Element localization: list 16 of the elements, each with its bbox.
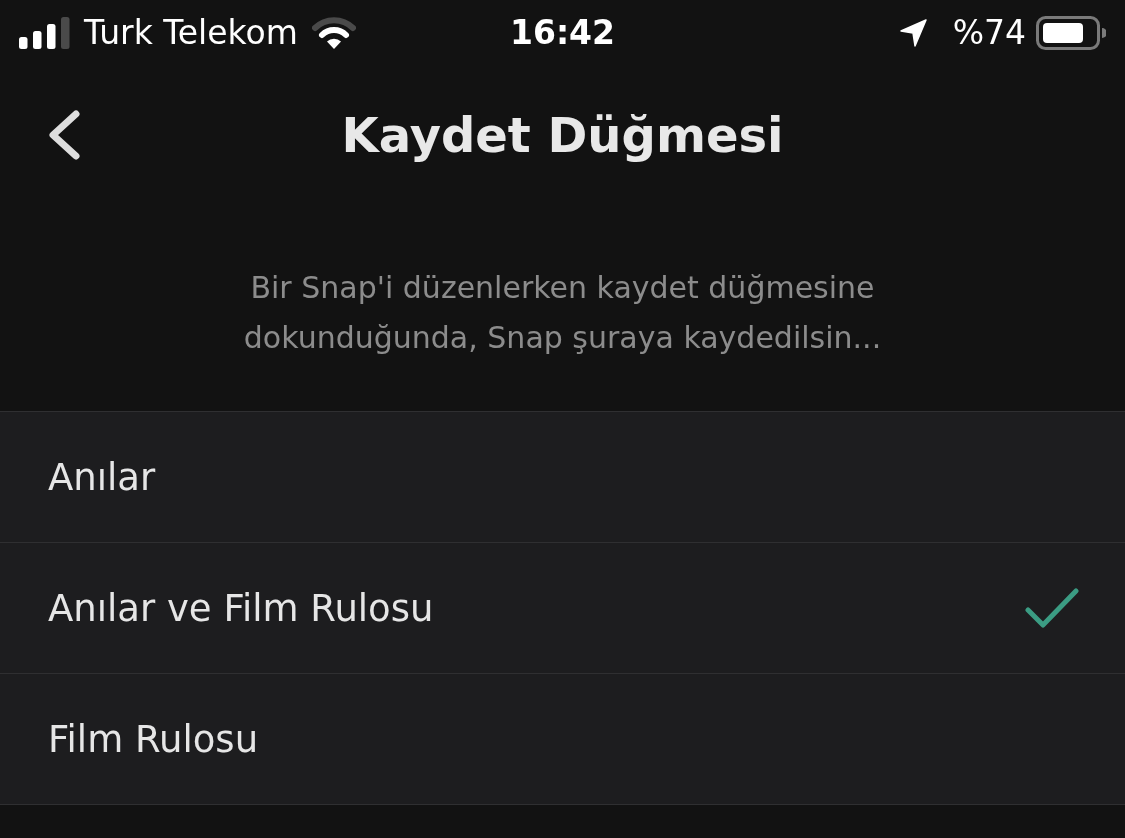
page-title: Kaydet Düğmesi — [341, 107, 784, 163]
option-row[interactable]: Anılar — [0, 412, 1125, 543]
option-row[interactable]: Anılar ve Film Rulosu — [0, 543, 1125, 674]
option-label: Anılar ve Film Rulosu — [48, 586, 434, 630]
option-label: Anılar — [48, 455, 156, 499]
description-text: Bir Snap'i düzenlerken kaydet düğmesine dokunduğunda, Snap şuraya kaydedilsin... — [242, 269, 883, 357]
back-chevron-icon — [47, 110, 81, 160]
signal-icon — [19, 16, 70, 49]
battery-icon — [1036, 15, 1106, 50]
location-arrow-icon — [899, 18, 927, 47]
clock-time: 16:42 — [509, 16, 615, 49]
carrier-name: Turk Telekom — [84, 16, 298, 49]
option-label: Film Rulosu — [48, 717, 259, 761]
battery-percent: %74 — [952, 16, 1026, 49]
wifi-icon — [311, 15, 356, 50]
option-row[interactable]: Film Rulosu — [0, 674, 1125, 805]
